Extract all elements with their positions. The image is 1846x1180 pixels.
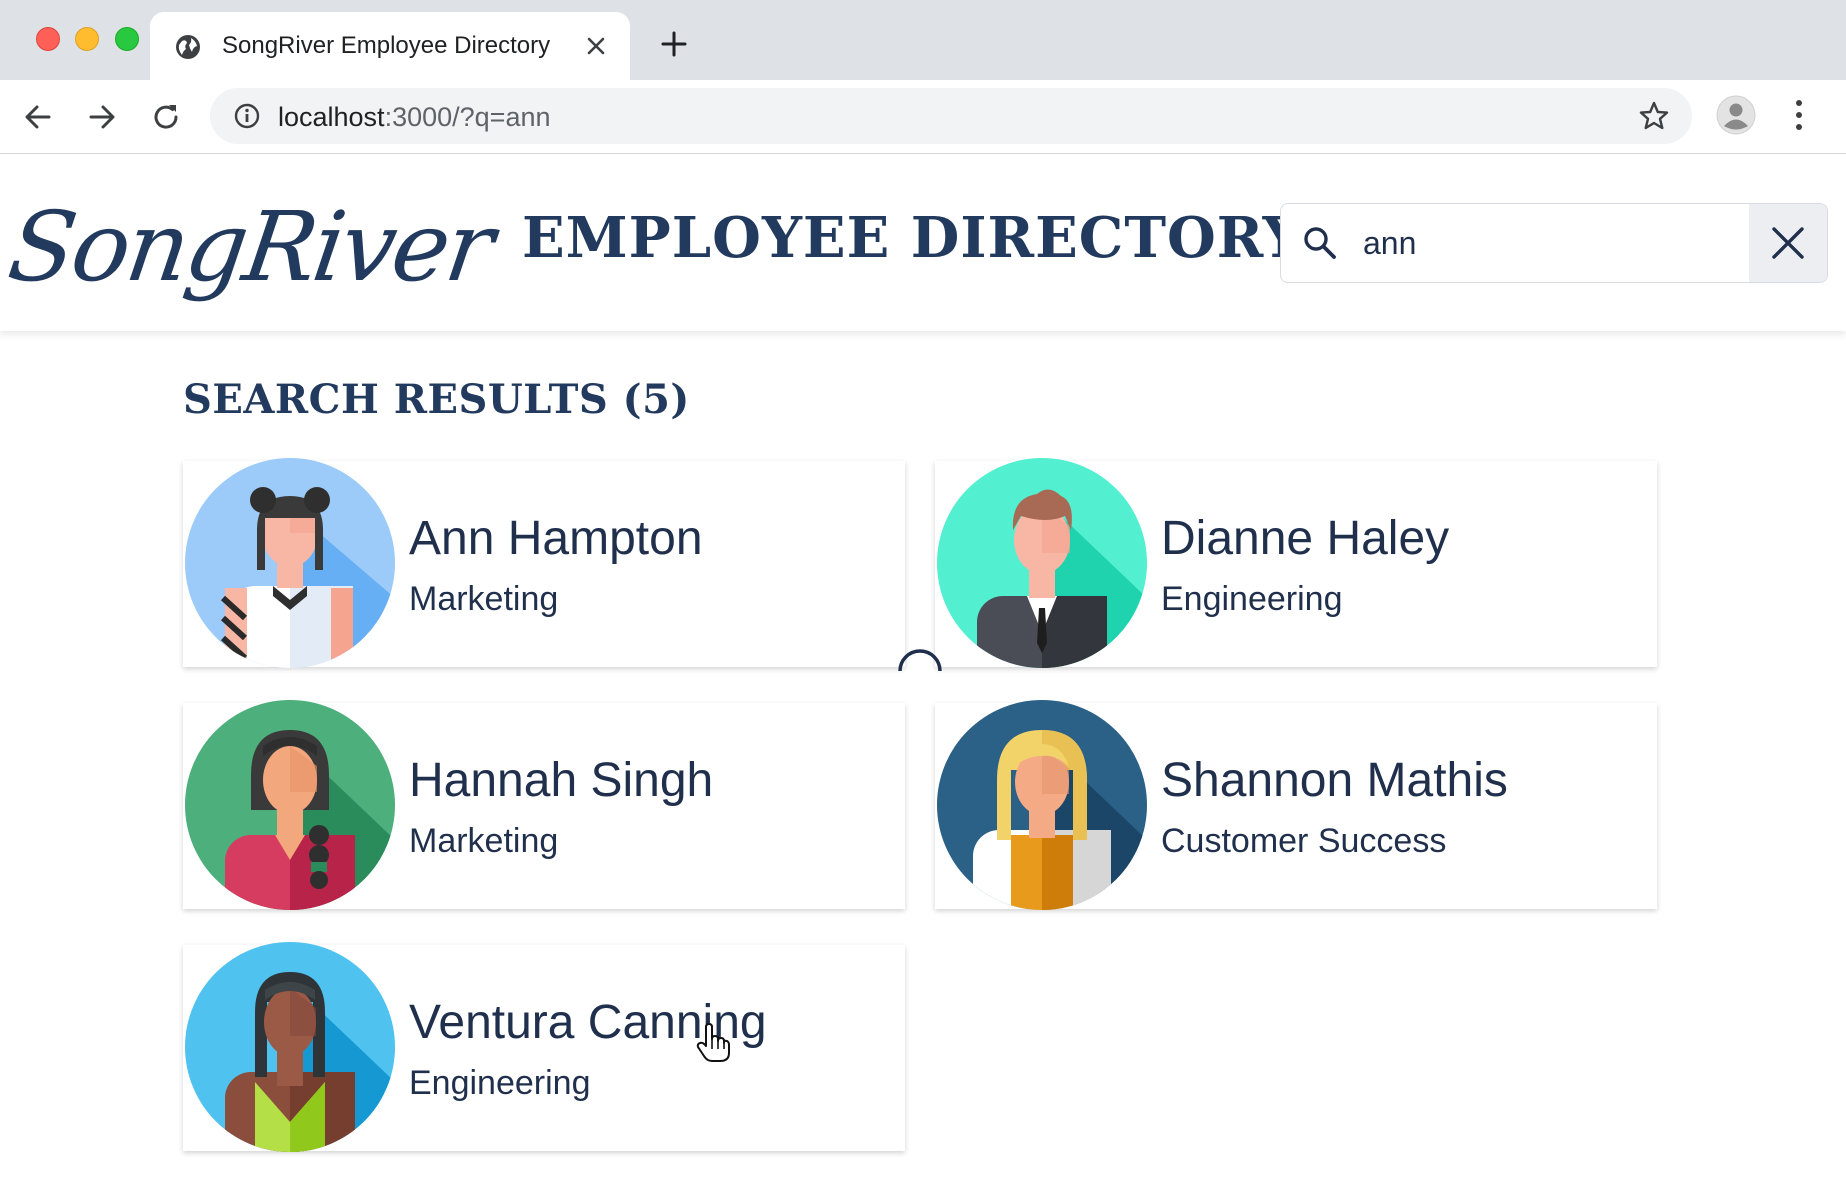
employee-card[interactable]: Ann Hampton Marketing xyxy=(183,458,905,668)
clear-icon xyxy=(1772,227,1804,259)
browser-toolbar: localhost:3000/?q=ann xyxy=(0,80,1846,154)
reload-icon[interactable] xyxy=(148,99,184,135)
songriver-logo[interactable]: SongRiver xyxy=(2,185,498,305)
employee-department: Marketing xyxy=(409,822,559,860)
employee-avatar xyxy=(937,700,1147,910)
employee-card[interactable]: Hannah Singh Marketing xyxy=(183,700,905,910)
search-input[interactable] xyxy=(1363,218,1743,268)
employee-department: Customer Success xyxy=(1161,822,1447,860)
page-title: EMPLOYEE DIRECTORY xyxy=(522,205,1304,271)
back-arrow-icon[interactable] xyxy=(20,99,56,135)
employee-card[interactable]: Shannon Mathis Customer Success xyxy=(935,700,1657,910)
url-host: localhost xyxy=(278,102,385,132)
logo-text: SongRiver xyxy=(2,191,498,303)
employee-name: Shannon Mathis xyxy=(1161,754,1508,807)
employee-avatar xyxy=(937,458,1147,668)
globe-icon xyxy=(176,35,200,59)
close-icon[interactable] xyxy=(582,32,610,60)
url-path: :3000/?q=ann xyxy=(384,102,551,132)
clear-search-button[interactable] xyxy=(1749,204,1827,282)
star-icon[interactable] xyxy=(1638,100,1670,132)
window-zoom-button[interactable] xyxy=(115,27,139,51)
info-icon[interactable] xyxy=(232,101,262,131)
employee-department: Engineering xyxy=(1161,580,1343,618)
browser-tab[interactable]: SongRiver Employee Directory xyxy=(150,12,630,80)
employee-name: Hannah Singh xyxy=(409,754,714,807)
employee-avatar xyxy=(185,458,395,668)
app-header: SongRiver EMPLOYEE DIRECTORY xyxy=(0,155,1846,331)
address-bar[interactable]: localhost:3000/?q=ann xyxy=(210,88,1692,144)
search-box xyxy=(1280,203,1828,283)
employee-avatar xyxy=(185,700,395,910)
employee-card[interactable]: Ventura Canning Engineering xyxy=(183,942,905,1152)
employee-name: Dianne Haley xyxy=(1161,512,1450,565)
browser-tab-bar: SongRiver Employee Directory xyxy=(0,0,1846,80)
forward-arrow-icon[interactable] xyxy=(84,99,120,135)
window-close-button[interactable] xyxy=(36,27,60,51)
search-icon xyxy=(1304,227,1336,259)
url-text: localhost:3000/?q=ann xyxy=(278,102,551,133)
kebab-menu-icon[interactable] xyxy=(1788,98,1810,132)
tab-title: SongRiver Employee Directory xyxy=(222,32,551,59)
employee-department: Engineering xyxy=(409,1064,591,1102)
profile-icon[interactable] xyxy=(1716,95,1756,135)
plus-icon[interactable] xyxy=(660,30,688,58)
loading-spinner-icon xyxy=(898,649,942,672)
results-heading: SEARCH RESULTS (5) xyxy=(183,376,690,423)
employee-card[interactable]: Dianne Haley Engineering xyxy=(935,458,1657,668)
employee-avatar xyxy=(185,942,395,1152)
employee-department: Marketing xyxy=(409,580,559,618)
employee-name: Ann Hampton xyxy=(409,512,703,565)
hand-cursor-icon xyxy=(696,1023,730,1062)
window-minimize-button[interactable] xyxy=(75,27,99,51)
